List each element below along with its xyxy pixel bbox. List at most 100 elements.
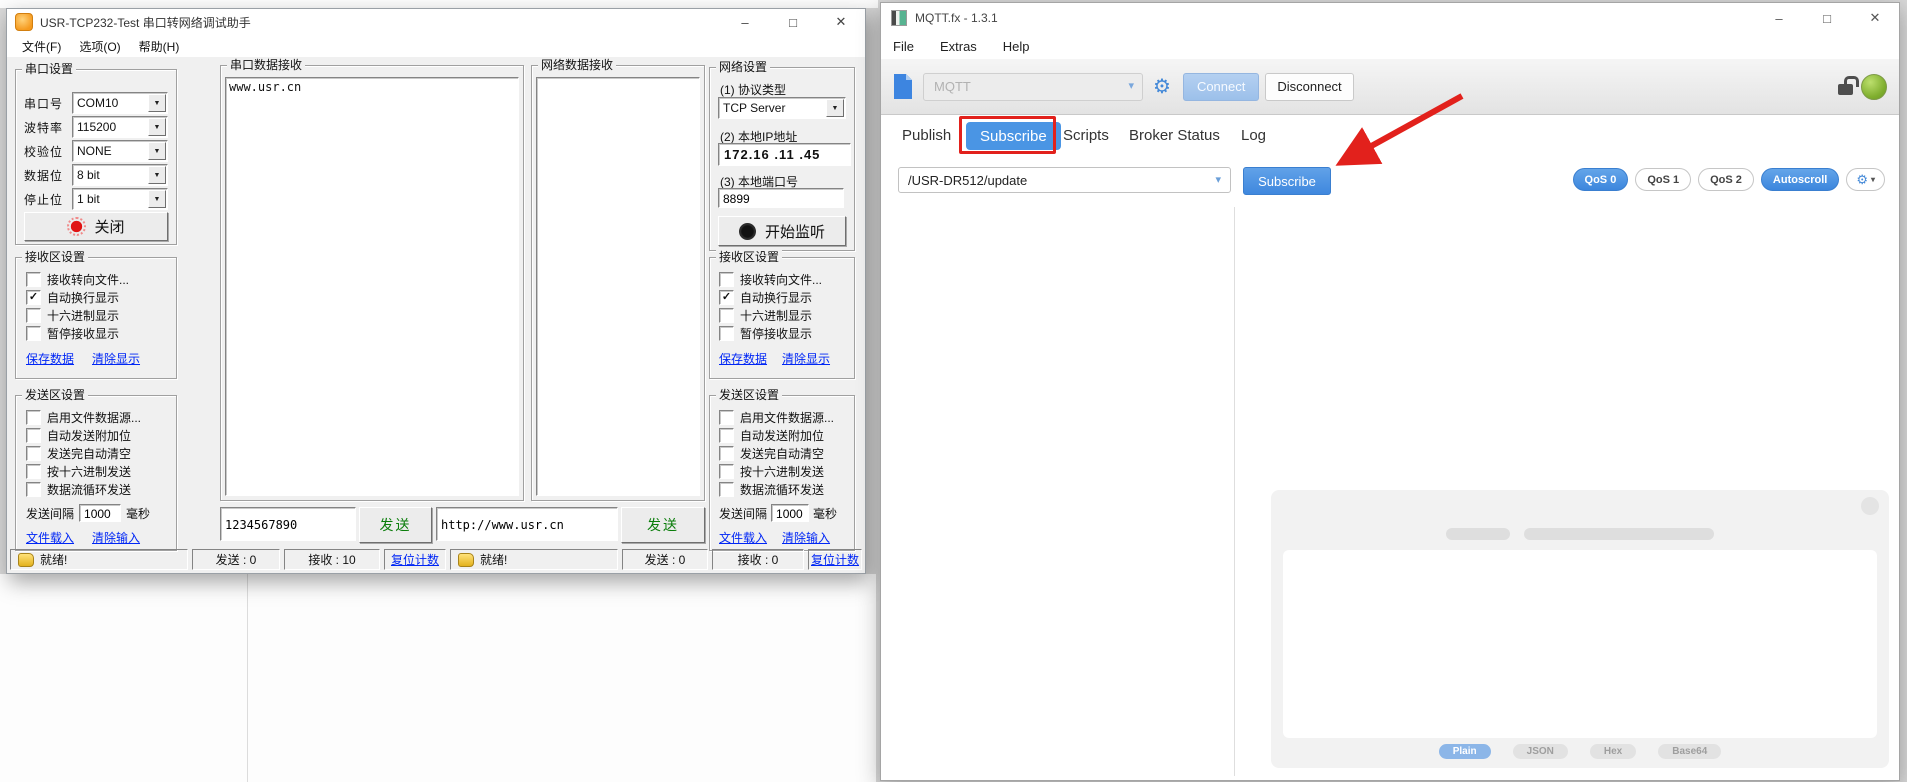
- payload-text-area[interactable]: [1283, 550, 1877, 738]
- chevron-down-icon[interactable]: ▾: [1128, 79, 1134, 92]
- checkbox-icon[interactable]: ✓: [719, 326, 734, 341]
- checkbox-loop-send[interactable]: ✓ 数据流循环发送: [26, 481, 131, 498]
- checkbox-icon[interactable]: ✓: [26, 308, 41, 323]
- gear-icon[interactable]: ⚙: [1153, 77, 1171, 97]
- minimize-icon[interactable]: –: [721, 9, 769, 35]
- checkbox-icon[interactable]: ✓: [719, 464, 734, 479]
- disconnect-button[interactable]: Disconnect: [1265, 73, 1353, 101]
- checkbox-icon[interactable]: ✓: [26, 272, 41, 287]
- save-data-link[interactable]: 保存数据: [719, 350, 767, 367]
- autoscroll-button[interactable]: Autoscroll: [1761, 168, 1839, 191]
- checkbox-send-as-hex[interactable]: ✓ 按十六进制发送: [719, 463, 824, 480]
- menu-extras[interactable]: Extras: [940, 39, 977, 54]
- parity-select[interactable]: NONE ▼: [72, 140, 168, 162]
- clear-display-link[interactable]: 清除显示: [782, 350, 830, 367]
- local-port-input[interactable]: [718, 188, 844, 208]
- checkbox-auto-linefeed[interactable]: ✓ 自动换行显示: [719, 289, 812, 306]
- checkbox-hex-display[interactable]: ✓ 十六进制显示: [719, 307, 812, 324]
- tab-broker-status[interactable]: Broker Status: [1129, 127, 1220, 144]
- checkbox-icon[interactable]: ✓: [719, 290, 734, 305]
- checkbox-file-datasource[interactable]: ✓ 启用文件数据源...: [719, 409, 834, 426]
- chevron-down-icon[interactable]: ▾: [1215, 173, 1221, 186]
- checkbox-clear-after-send[interactable]: ✓ 发送完自动清空: [719, 445, 824, 462]
- format-hex-button[interactable]: Hex: [1590, 744, 1636, 759]
- menu-options[interactable]: 选项(O): [70, 38, 129, 55]
- checkbox-icon[interactable]: ✓: [719, 446, 734, 461]
- clear-input-link[interactable]: 清除输入: [782, 529, 830, 546]
- baud-rate-select[interactable]: 115200 ▼: [72, 116, 168, 138]
- checkbox-icon[interactable]: ✓: [719, 410, 734, 425]
- checkbox-icon[interactable]: ✓: [719, 428, 734, 443]
- chevron-down-icon[interactable]: ▼: [148, 142, 166, 160]
- com-port-select[interactable]: COM10 ▼: [72, 92, 168, 114]
- interval-input[interactable]: [79, 504, 121, 522]
- checkbox-pause-recv[interactable]: ✓ 暂停接收显示: [26, 325, 119, 342]
- format-plain-button[interactable]: Plain: [1439, 744, 1491, 759]
- checkbox-icon[interactable]: ✓: [26, 464, 41, 479]
- checkbox-icon[interactable]: ✓: [26, 428, 41, 443]
- checkbox-clear-after-send[interactable]: ✓ 发送完自动清空: [26, 445, 131, 462]
- checkbox-icon[interactable]: ✓: [26, 410, 41, 425]
- net-recv-textarea[interactable]: [536, 77, 700, 496]
- protocol-select[interactable]: TCP Server ▼: [718, 97, 846, 119]
- checkbox-hex-display[interactable]: ✓ 十六进制显示: [26, 307, 119, 324]
- menu-help[interactable]: Help: [1003, 39, 1030, 54]
- checkbox-icon[interactable]: ✓: [26, 290, 41, 305]
- subscribe-button[interactable]: Subscribe: [1243, 167, 1331, 195]
- qos2-button[interactable]: QoS 2: [1698, 168, 1754, 191]
- reset-count-link[interactable]: 复位计数: [811, 551, 859, 568]
- checkbox-auto-linefeed[interactable]: ✓ 自动换行显示: [26, 289, 119, 306]
- data-bits-select[interactable]: 8 bit ▼: [72, 164, 168, 186]
- checkbox-recv-to-file[interactable]: ✓ 接收转向文件...: [719, 271, 822, 288]
- clear-input-link[interactable]: 清除输入: [92, 529, 140, 546]
- checkbox-icon[interactable]: ✓: [26, 326, 41, 341]
- checkbox-icon[interactable]: ✓: [719, 482, 734, 497]
- net-send-button[interactable]: 发送: [621, 507, 705, 543]
- load-file-link[interactable]: 文件载入: [719, 529, 767, 546]
- local-ip-input[interactable]: 172.16 .11 .45: [718, 143, 851, 166]
- checkbox-file-datasource[interactable]: ✓ 启用文件数据源...: [26, 409, 141, 426]
- checkbox-auto-send-append[interactable]: ✓ 自动发送附加位: [26, 427, 131, 444]
- serial-send-button[interactable]: 发送: [359, 507, 432, 543]
- subscription-list-divider[interactable]: [1234, 207, 1235, 776]
- checkbox-auto-send-append[interactable]: ✓ 自动发送附加位: [719, 427, 824, 444]
- maximize-icon[interactable]: □: [769, 9, 817, 35]
- serial-send-input[interactable]: [220, 507, 356, 541]
- close-icon[interactable]: ✕: [1851, 3, 1899, 33]
- subscription-options-button[interactable]: ⚙ ▾: [1846, 168, 1885, 191]
- qos1-button[interactable]: QoS 1: [1635, 168, 1691, 191]
- menu-file[interactable]: File: [893, 39, 914, 54]
- mqtt-title-bar[interactable]: MQTT.fx - 1.3.1: [881, 3, 1899, 33]
- start-listen-button[interactable]: 开始监听: [718, 216, 846, 246]
- chevron-down-icon[interactable]: ▼: [148, 118, 166, 136]
- minimize-icon[interactable]: –: [1755, 3, 1803, 33]
- tab-scripts[interactable]: Scripts: [1063, 127, 1109, 144]
- close-icon[interactable]: ✕: [817, 9, 865, 35]
- save-data-link[interactable]: 保存数据: [26, 350, 74, 367]
- menu-file[interactable]: 文件(F): [13, 38, 70, 55]
- chevron-down-icon[interactable]: ▼: [148, 94, 166, 112]
- clear-display-link[interactable]: 清除显示: [92, 350, 140, 367]
- checkbox-pause-recv[interactable]: ✓ 暂停接收显示: [719, 325, 812, 342]
- topic-combobox[interactable]: /USR-DR512/update ▾: [898, 167, 1231, 193]
- maximize-icon[interactable]: □: [1803, 3, 1851, 33]
- chevron-down-icon[interactable]: ▼: [826, 99, 844, 117]
- serial-close-button[interactable]: 关闭: [24, 212, 168, 241]
- checkbox-icon[interactable]: ✓: [719, 272, 734, 287]
- menu-help[interactable]: 帮助(H): [130, 38, 189, 55]
- checkbox-loop-send[interactable]: ✓ 数据流循环发送: [719, 481, 824, 498]
- format-base64-button[interactable]: Base64: [1658, 744, 1721, 759]
- checkbox-recv-to-file[interactable]: ✓ 接收转向文件...: [26, 271, 129, 288]
- net-send-input[interactable]: [436, 507, 618, 541]
- checkbox-icon[interactable]: ✓: [26, 482, 41, 497]
- qos0-button[interactable]: QoS 0: [1573, 168, 1629, 191]
- stop-bits-select[interactable]: 1 bit ▼: [72, 188, 168, 210]
- tab-publish[interactable]: Publish: [902, 127, 951, 144]
- chevron-down-icon[interactable]: ▼: [148, 190, 166, 208]
- checkbox-send-as-hex[interactable]: ✓ 按十六进制发送: [26, 463, 131, 480]
- reset-count-link[interactable]: 复位计数: [391, 551, 439, 568]
- format-json-button[interactable]: JSON: [1513, 744, 1568, 759]
- tab-log[interactable]: Log: [1241, 127, 1266, 144]
- chevron-down-icon[interactable]: ▼: [148, 166, 166, 184]
- checkbox-icon[interactable]: ✓: [26, 446, 41, 461]
